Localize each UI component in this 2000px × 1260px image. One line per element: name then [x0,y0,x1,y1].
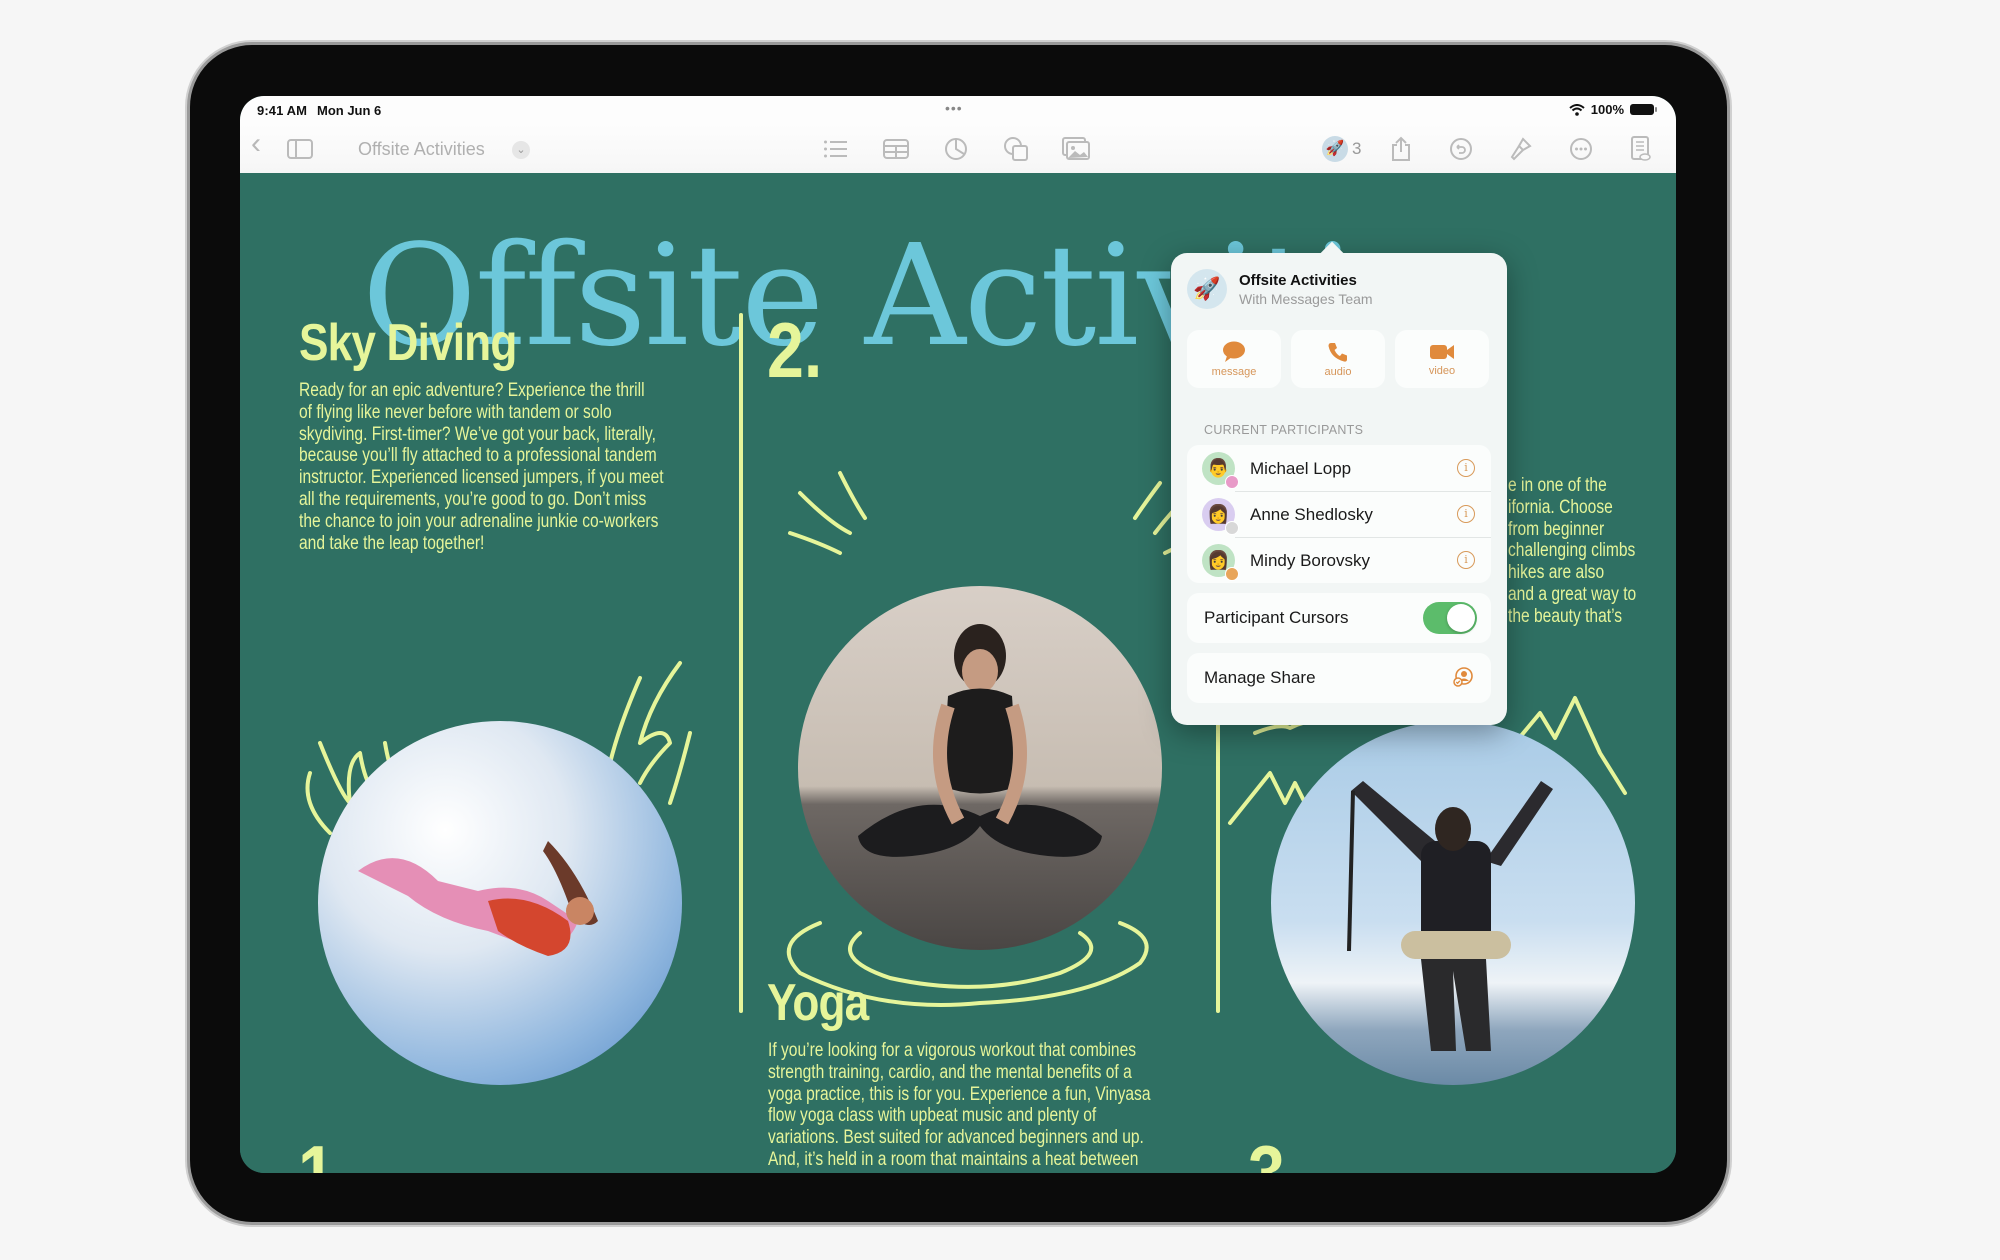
document-title[interactable]: Offsite Activities [358,139,485,160]
cursor-color-dot [1225,567,1239,581]
yoga-body: If you’re looking for a vigorous workout… [768,1040,1153,1173]
share-icon[interactable] [1385,134,1417,164]
popover-title: Offsite Activities [1239,271,1357,289]
format-brush-icon[interactable] [1505,134,1537,164]
body-line: and take the leap together! [299,532,485,554]
audio-button[interactable]: audio [1291,330,1385,388]
section-number-1: 1. [298,1129,354,1173]
body-line: flow yoga class with upbeat music and pl… [768,1105,1097,1127]
popover-subtitle: With Messages Team [1239,290,1373,307]
body-line: yoga practice, this is for you. Experien… [768,1083,1151,1105]
cursor-color-dot [1225,521,1239,535]
media-icon[interactable] [1060,134,1092,164]
reader-view-icon[interactable] [1625,134,1657,164]
participant-name: Michael Lopp [1250,459,1352,478]
body-line: hikes are also [1508,562,1605,584]
rocket-icon: 🚀 [1187,269,1227,309]
status-time: 9:41 AM [257,103,308,118]
manage-share-label: Manage Share [1204,668,1316,687]
wifi-icon [1569,103,1585,116]
collaborator-count: 3 [1352,139,1362,158]
status-date: Mon Jun 6 [317,103,382,118]
section-number-2: 2. [767,306,823,394]
body-line: because you’ll fly attached to a profess… [299,445,657,467]
communication-actions: message audio video [1187,330,1489,388]
body-line: Ready for an epic adventure? Experience … [299,380,645,401]
body-line: And, it’s held in a room that maintains … [768,1148,1139,1170]
undo-icon[interactable] [1445,134,1477,164]
participant-row[interactable]: 👩 Anne Shedlosky i [1187,491,1491,537]
popover-header: 🚀 Offsite Activities With Messages Team [1187,269,1373,309]
list-icon[interactable] [820,134,852,164]
body-line: ifornia. Choose [1508,496,1613,518]
video-button[interactable]: video [1395,330,1489,388]
chart-icon[interactable] [940,134,972,164]
body-line: the chance to join your adrenaline junki… [299,510,659,532]
body-line: instructor. Experienced licensed jumpers… [299,467,664,489]
participant-cursors-label: Participant Cursors [1204,608,1349,627]
yoga-photo [798,586,1162,950]
manage-share-row[interactable]: Manage Share [1187,653,1491,703]
section-heading-sky-diving: Sky Diving [299,314,517,372]
body-line: variations. Best suited for advanced beg… [768,1127,1144,1149]
status-bar: 9:41 AM Mon Jun 6 ••• 100% [240,96,1676,124]
participant-row[interactable]: 👩 Mindy Borovsky i [1187,537,1491,583]
body-line: and a great way to [1508,583,1637,605]
body-line: skydiving. First-timer? We’ve got your b… [299,423,657,445]
more-icon[interactable] [1565,134,1597,164]
table-icon[interactable] [880,134,912,164]
document-canvas[interactable]: Offsite Activities Sky Diving Ready for … [240,173,1676,1173]
participant-name: Anne Shedlosky [1250,505,1373,524]
body-line: of flying like never before with tandem … [299,401,612,423]
toolbar: ‹ Offsite Activities ⌄ 🚀 3 [240,124,1676,174]
participant-row[interactable]: 👨 Michael Lopp i [1187,445,1491,491]
battery-percent: 100% [1590,102,1624,117]
rocket-icon: 🚀 [1322,136,1348,162]
chevron-down-icon[interactable]: ⌄ [512,141,530,159]
back-icon[interactable]: ‹ [240,127,272,160]
participants-list: 👨 Michael Lopp i 👩 Anne Shedlosky i 👩 Mi… [1187,445,1491,583]
section-number-3: 3. [1248,1129,1304,1173]
collaboration-button[interactable]: 🚀 3 [1322,136,1361,162]
multitasking-dots[interactable]: ••• [945,100,963,116]
body-line: from beginner [1508,518,1605,540]
body-line: If you’re looking for a vigorous workout… [768,1040,1137,1061]
info-icon[interactable]: i [1457,459,1475,477]
video-label: video [1428,364,1456,377]
manage-share-icon [1453,667,1473,687]
hiking-photo [1271,721,1635,1085]
ipad-screen: 9:41 AM Mon Jun 6 ••• 100% ‹ Offsite Act… [240,96,1676,1173]
participant-name: Mindy Borovsky [1250,551,1370,570]
cursor-color-dot [1225,475,1239,489]
shapes-icon[interactable] [1000,134,1032,164]
info-icon[interactable]: i [1457,505,1475,523]
sky-diving-photo [318,721,682,1085]
body-line: strength training, cardio, and the menta… [768,1061,1132,1083]
sidebar-toggle-icon[interactable] [284,134,316,164]
body-line: 95-98F, so be prepared to sweat! [768,1171,1153,1173]
body-line: all the requirements, you’re good to go.… [299,488,647,510]
battery-icon [1630,104,1657,115]
video-camera-icon [1430,344,1454,359]
section-heading-yoga: Yoga [767,974,869,1032]
column-divider [739,313,743,1013]
participant-cursors-row: Participant Cursors [1187,593,1491,643]
body-line: the beauty that’s [1508,605,1623,627]
collaboration-popover: 🚀 Offsite Activities With Messages Team … [1171,253,1507,725]
sky-diving-body: Ready for an epic adventure? Experience … [299,380,676,554]
info-icon[interactable]: i [1457,551,1475,569]
body-line: e in one of the [1508,475,1607,496]
message-icon [1223,341,1245,362]
body-line: challenging climbs [1508,540,1636,562]
message-label: message [1211,365,1257,378]
message-button[interactable]: message [1187,330,1281,388]
toggle-knob [1447,604,1475,632]
hiking-body-partial: e in one of the ifornia. Choose from beg… [1508,475,1676,628]
participant-cursors-toggle[interactable] [1423,602,1477,634]
participants-section-label: CURRENT PARTICIPANTS [1204,423,1364,437]
phone-icon [1328,342,1347,362]
audio-label: audio [1324,365,1352,378]
